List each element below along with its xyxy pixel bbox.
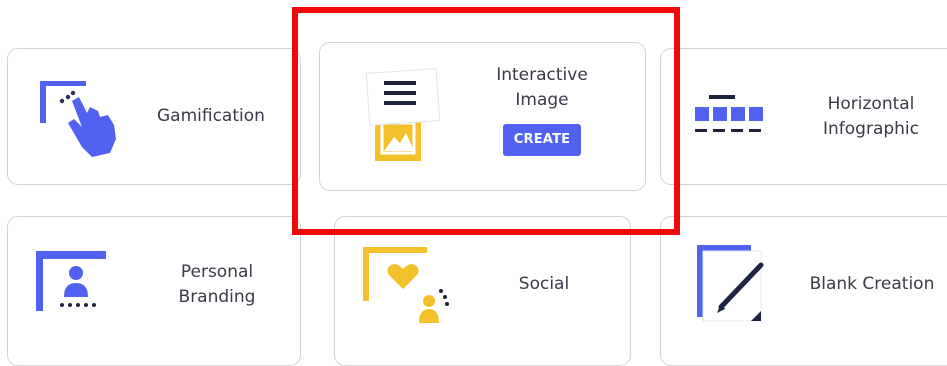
template-label: Personal Branding (163, 260, 271, 310)
create-button[interactable]: CREATE (503, 124, 581, 156)
pointing-hand-icon (40, 81, 130, 163)
social-heart-icon (363, 247, 453, 327)
label-line: Social (518, 274, 570, 294)
template-label: Social (505, 272, 583, 297)
template-label: Horizontal Infographic (815, 92, 927, 142)
label-line: Gamification (157, 106, 265, 126)
label-line: Personal (180, 262, 254, 282)
label-line: Infographic (822, 119, 919, 139)
label-line: Interactive (496, 65, 588, 85)
horizontal-infographic-icon (683, 77, 767, 157)
template-card-social[interactable]: Social (334, 216, 631, 366)
personal-branding-icon (34, 251, 124, 323)
template-label: Blank Creation (804, 272, 940, 297)
interactive-image-icon (365, 68, 444, 167)
label-line: Horizontal (827, 94, 915, 114)
pen-page-icon (697, 245, 777, 329)
template-card-personal-branding[interactable]: Personal Branding (7, 216, 301, 366)
template-card-interactive-image[interactable]: Interactive Image (319, 42, 646, 191)
template-label: Interactive Image (492, 63, 592, 113)
label-line: Branding (178, 287, 256, 307)
template-card-gamification[interactable]: Gamification (7, 48, 301, 185)
template-card-horizontal-infographic[interactable]: Horizontal Infographic (660, 48, 947, 185)
template-card-blank-creation[interactable]: Blank Creation (660, 216, 947, 366)
template-label: Gamification (157, 104, 265, 129)
label-line: Image (515, 90, 569, 110)
label-line: Blank Creation (809, 274, 935, 294)
